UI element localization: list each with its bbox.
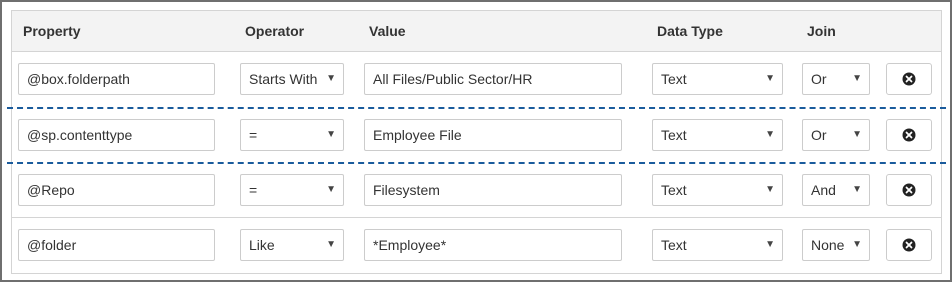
caret-down-icon: ▼ (765, 129, 775, 140)
table-row: @Repo = ▼ Filesystem Text ▼ And ▼ (12, 163, 941, 217)
value-input[interactable]: All Files/Public Sector/HR (364, 63, 622, 95)
operator-value: Like (249, 237, 275, 253)
caret-down-icon: ▼ (852, 239, 862, 250)
delete-row-button[interactable] (886, 63, 932, 95)
delete-row-button[interactable] (886, 174, 932, 206)
join-select[interactable]: And ▼ (802, 174, 870, 206)
data-type-select[interactable]: Text ▼ (652, 119, 783, 151)
operator-select[interactable]: = ▼ (240, 174, 344, 206)
header-data-type: Data Type (657, 23, 723, 39)
table-row: @box.folderpath Starts With ▼ All Files/… (12, 52, 941, 106)
caret-down-icon: ▼ (852, 184, 862, 195)
delete-row-button[interactable] (886, 119, 932, 151)
data-type-select[interactable]: Text ▼ (652, 229, 783, 261)
property-input[interactable]: @Repo (18, 174, 215, 206)
data-type-select[interactable]: Text ▼ (652, 63, 783, 95)
data-type-value: Text (661, 71, 687, 87)
caret-down-icon: ▼ (765, 239, 775, 250)
join-value: And (811, 182, 836, 198)
caret-down-icon: ▼ (765, 73, 775, 84)
delete-row-button[interactable] (886, 229, 932, 261)
join-select[interactable]: Or ▼ (802, 119, 870, 151)
header-property: Property (23, 23, 81, 39)
property-input[interactable]: @sp.contenttype (18, 119, 215, 151)
caret-down-icon: ▼ (326, 73, 336, 84)
value-input[interactable]: Employee File (364, 119, 622, 151)
join-value: Or (811, 127, 827, 143)
data-type-value: Text (661, 182, 687, 198)
header-value: Value (369, 23, 406, 39)
property-input[interactable]: @folder (18, 229, 215, 261)
close-circle-icon (902, 72, 916, 86)
data-type-select[interactable]: Text ▼ (652, 174, 783, 206)
caret-down-icon: ▼ (852, 73, 862, 84)
data-type-value: Text (661, 237, 687, 253)
close-circle-icon (902, 238, 916, 252)
operator-value: Starts With (249, 71, 318, 87)
close-circle-icon (902, 128, 916, 142)
caret-down-icon: ▼ (326, 129, 336, 140)
join-select[interactable]: Or ▼ (802, 63, 870, 95)
query-builder-panel: Property Operator Value Data Type Join @… (0, 0, 952, 282)
caret-down-icon: ▼ (852, 129, 862, 140)
caret-down-icon: ▼ (765, 184, 775, 195)
close-circle-icon (902, 183, 916, 197)
join-value: None (811, 237, 845, 253)
header-join: Join (807, 23, 836, 39)
value-input[interactable]: Filesystem (364, 174, 622, 206)
value-input[interactable]: *Employee* (364, 229, 622, 261)
table-row: @sp.contenttype = ▼ Employee File Text ▼… (12, 108, 941, 162)
table-header: Property Operator Value Data Type Join (12, 11, 941, 52)
data-type-value: Text (661, 127, 687, 143)
operator-select[interactable]: Starts With ▼ (240, 63, 344, 95)
operator-value: = (249, 127, 258, 143)
header-operator: Operator (245, 23, 305, 39)
caret-down-icon: ▼ (326, 184, 336, 195)
operator-select[interactable]: Like ▼ (240, 229, 344, 261)
operator-select[interactable]: = ▼ (240, 119, 344, 151)
table-row: @folder Like ▼ *Employee* Text ▼ None ▼ (12, 218, 941, 272)
property-input[interactable]: @box.folderpath (18, 63, 215, 95)
condition-table: Property Operator Value Data Type Join @… (7, 10, 946, 274)
join-select[interactable]: None ▼ (802, 229, 870, 261)
caret-down-icon: ▼ (326, 239, 336, 250)
join-value: Or (811, 71, 827, 87)
operator-value: = (249, 182, 258, 198)
